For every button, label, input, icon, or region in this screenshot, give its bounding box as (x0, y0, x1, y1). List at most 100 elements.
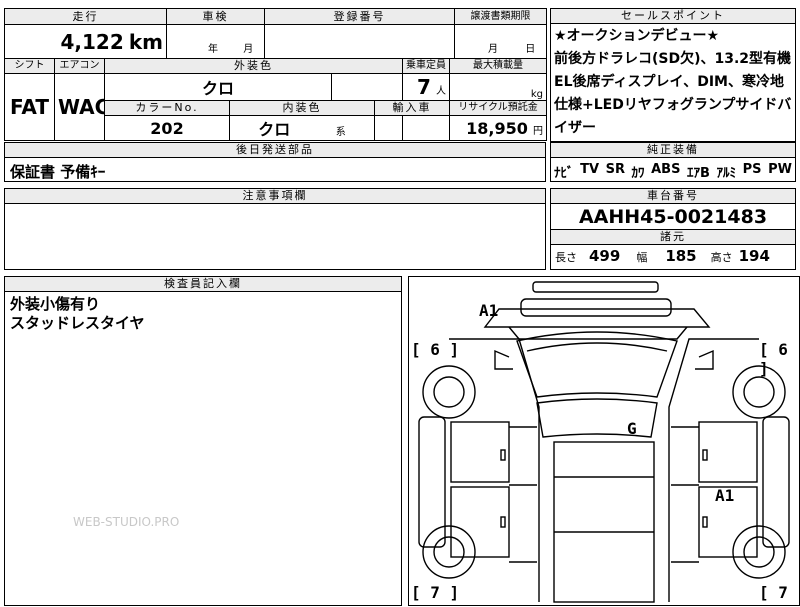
right-front-door (698, 421, 758, 483)
equipment-list: ﾅﾋﾞ TV SR ｶﾜ ABS ｴｱB ｱﾙﾐ PS PW (551, 158, 795, 185)
equipment-item: SR (605, 162, 625, 177)
aircon-value: WAC (54, 73, 105, 141)
equipment-item: ﾅﾋﾞ (554, 166, 574, 181)
left-front-door (450, 421, 510, 483)
interior-color-suffix: 系 (335, 127, 346, 138)
interior-color-value: クロ 系 (229, 115, 375, 141)
exterior-color-label: 外装色 (104, 58, 403, 74)
capacity-unit: 人 (436, 86, 446, 97)
interior-color-label: 内装色 (229, 100, 375, 116)
height-label: 高さ (710, 251, 733, 264)
registration-label: 登録番号 (264, 8, 455, 25)
inspection-year-unit: 年 (208, 44, 218, 55)
mileage-number: 4,122 (60, 29, 124, 54)
inspector-section: 検査員記入欄 外装小傷有り スタッドレスタイヤ WEB-STUDIO.PRO (4, 276, 402, 606)
hood-shape (483, 308, 711, 328)
width-value: 185 (665, 247, 697, 265)
tire-left-rear: [ 7 ] (411, 583, 460, 602)
left-rear-wheel (422, 525, 476, 579)
equipment-item: ｶﾜ (631, 166, 645, 181)
caution-value (5, 204, 545, 210)
chassis-section: 車台番号 AAHH45-0021483 (550, 188, 796, 230)
length-label: 長さ (555, 251, 577, 264)
car-diagram-section: [ 6 ] [ 6 ] [ 7 ] [ 7 A1 G A1 (408, 276, 800, 606)
inspector-label: 検査員記入欄 (5, 277, 401, 292)
mileage-label: 走行 (4, 8, 167, 25)
later-parts-label: 後日発送部品 (5, 143, 545, 158)
exterior-color-value: クロ (104, 73, 332, 101)
roof-lines (554, 476, 654, 533)
import-value-a (374, 115, 403, 141)
front-bumper-shape (532, 281, 659, 293)
right-door-handle-rear (702, 516, 708, 528)
equipment-item: PS (742, 162, 762, 177)
inspection-value: 年 月 (166, 24, 265, 59)
tire-left-front: [ 6 ] (411, 340, 460, 359)
later-parts-value: 保証書 予備ｷｰ (10, 163, 106, 181)
left-rear-door (450, 486, 510, 558)
registration-value (264, 24, 455, 59)
shift-label: シフト (4, 58, 55, 74)
right-front-wheel-hub (743, 376, 775, 408)
chassis-number: AAHH45-0021483 (578, 206, 768, 228)
transfer-month-unit: 月 (488, 44, 498, 55)
damage-mark-front: A1 (479, 301, 499, 320)
equipment-section: 純正装備 ﾅﾋﾞ TV SR ｶﾜ ABS ｴｱB ｱﾙﾐ PS PW (550, 142, 796, 182)
equipment-item: ｴｱB (687, 166, 710, 181)
selling-points-section: セールスポイント ★オークションデビュー★ 前後方ドラレコ(SD欠)、13.2型… (550, 8, 796, 142)
right-mirror-shape (695, 349, 714, 370)
recycle-value: 18,950 円 (449, 115, 547, 141)
equipment-item: PW (768, 162, 792, 177)
roof-shape (553, 441, 655, 603)
right-rear-wheel-hub (743, 536, 775, 568)
color-no-label: カラーNo. (104, 100, 230, 116)
damage-mark-right-side: A1 (715, 486, 735, 505)
interior-color-text: クロ (258, 120, 291, 139)
selling-points-text: ★オークションデビュー★ 前後方ドラレコ(SD欠)、13.2型有機EL後席ディス… (554, 28, 792, 136)
width-label: 幅 (636, 251, 648, 264)
left-door-handle (500, 449, 506, 461)
left-mirror-shape (494, 349, 513, 370)
damage-mark-roof: G (627, 419, 637, 438)
left-front-wheel-hub (433, 376, 465, 408)
aircon-label: エアコン (54, 58, 105, 74)
equipment-item: ｱﾙﾐ (716, 166, 737, 181)
transfer-deadline-label: 譲渡書類期限 (454, 8, 547, 25)
dimensions-section: 諸元 長さ 499 幅 185 高さ 194 (550, 230, 796, 270)
chassis-label: 車台番号 (551, 189, 795, 204)
capacity-value: 7 人 (402, 73, 450, 101)
transfer-deadline-value: 月 日 (454, 24, 547, 59)
spec-table: シフト エアコン 外装色 乗車定員 最大積載量 FAT WAC クロ 7 人 k… (4, 58, 547, 141)
left-rear-wheel-hub (433, 536, 465, 568)
tire-right-rear: [ 7 (759, 583, 788, 602)
inspection-label: 車検 (166, 8, 265, 25)
equipment-item: TV (580, 162, 600, 177)
basic-info-table: 走行 車検 登録番号 譲渡書類期限 4,122 km 年 月 月 日 (4, 8, 547, 59)
mileage-unit: km (128, 29, 163, 54)
windshield-line (526, 342, 668, 352)
equipment-label: 純正装備 (551, 143, 795, 158)
selling-points-label: セールスポイント (551, 9, 795, 24)
capacity-number: 7 (416, 75, 431, 99)
left-front-wheel (422, 365, 476, 419)
equipment-item: ABS (651, 162, 681, 177)
car-diagram-svg (418, 281, 790, 603)
later-parts-section: 後日発送部品 保証書 予備ｷｰ (4, 142, 546, 182)
inspector-notes: 外装小傷有り スタッドレスタイヤ (10, 295, 145, 332)
windshield-shape (516, 331, 678, 398)
capacity-label: 乗車定員 (402, 58, 450, 74)
import-value-b (402, 115, 450, 141)
color-no-value: 202 (104, 115, 230, 141)
right-door-lines (671, 426, 699, 563)
caution-section: 注意事項欄 (4, 188, 546, 270)
inspection-month-unit: 月 (243, 44, 254, 55)
max-load-label: 最大積載量 (449, 58, 547, 74)
tire-right-front: [ 6 ] (759, 340, 788, 378)
watermark: WEB-STUDIO.PRO (73, 515, 180, 529)
dimensions-label: 諸元 (551, 230, 795, 245)
dimensions-values: 長さ 499 幅 185 高さ 194 (551, 245, 795, 267)
shift-value: FAT (4, 73, 55, 141)
recycle-amount: 18,950 (466, 118, 528, 138)
recycle-unit: 円 (533, 125, 543, 137)
caution-label: 注意事項欄 (5, 189, 545, 204)
